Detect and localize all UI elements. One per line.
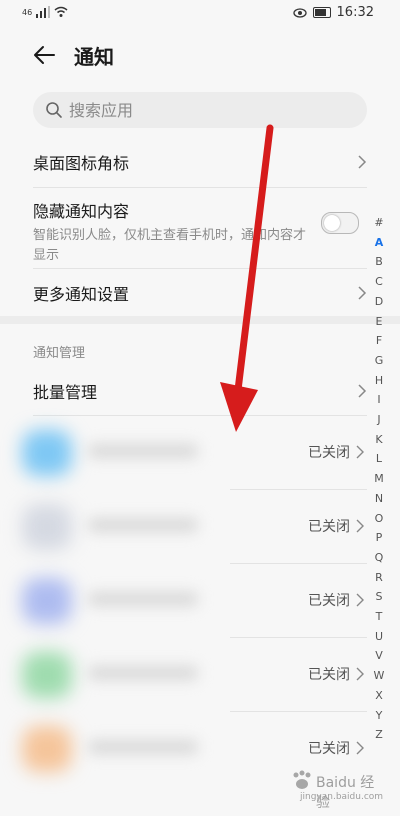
divider <box>33 268 367 269</box>
baidu-watermark-logo: Baidu 经验 jingyan.baidu.com <box>286 770 386 811</box>
app-status: 已关闭 <box>308 519 350 535</box>
chevron-right-icon <box>356 741 364 755</box>
alphabet-index-letter[interactable]: M <box>369 469 389 489</box>
status-left: 46 <box>22 6 68 18</box>
alphabet-index-letter[interactable]: V <box>369 646 389 666</box>
alphabet-index-letter[interactable]: I <box>369 390 389 410</box>
alphabet-index-letter[interactable]: G <box>369 351 389 371</box>
status-bar: 46 16:32 <box>0 0 400 26</box>
alphabet-index-letter[interactable]: H <box>369 371 389 391</box>
alphabet-index-letter[interactable]: L <box>369 449 389 469</box>
chevron-right-icon <box>356 445 364 459</box>
hide-content-label: 隐藏通知内容 <box>33 202 130 221</box>
hide-content-toggle[interactable] <box>321 212 359 234</box>
alphabet-index-letter[interactable]: # <box>369 213 389 233</box>
more-settings-row[interactable]: 更多通知设置 <box>33 281 367 311</box>
back-button[interactable] <box>30 40 60 70</box>
signal-icon <box>36 6 51 18</box>
app-row[interactable]: 已关闭 <box>0 640 372 710</box>
alphabet-index-letter[interactable]: F <box>369 331 389 351</box>
chevron-right-icon <box>358 155 367 169</box>
chevron-right-icon <box>358 384 367 398</box>
app-name-blurred <box>88 444 198 458</box>
app-icon <box>22 430 72 476</box>
watermark-url: jingyan.baidu.com <box>300 792 384 802</box>
alphabet-index-letter[interactable]: Q <box>369 548 389 568</box>
app-icon <box>22 726 72 772</box>
app-row[interactable]: 已关闭 <box>0 492 372 562</box>
divider <box>230 711 367 712</box>
app-icon <box>22 504 72 550</box>
batch-manage-row[interactable]: 批量管理 <box>33 379 367 409</box>
search-icon <box>46 102 62 118</box>
app-row[interactable]: 已关闭 <box>0 566 372 636</box>
alphabet-index-letter[interactable]: Z <box>369 725 389 745</box>
app-name-blurred <box>88 740 198 754</box>
alphabet-index-letter[interactable]: W <box>369 666 389 686</box>
alphabet-index-letter[interactable]: P <box>369 528 389 548</box>
status-time: 16:32 <box>336 5 374 20</box>
toggle-knob <box>324 215 340 231</box>
eye-comfort-icon <box>292 7 307 18</box>
app-status: 已关闭 <box>308 445 350 461</box>
divider <box>230 563 367 564</box>
battery-icon <box>312 7 331 18</box>
badge-setting-row[interactable]: 桌面图标角标 <box>33 150 367 180</box>
chevron-right-icon <box>356 519 364 533</box>
alphabet-index-letter[interactable]: R <box>369 568 389 588</box>
app-name-blurred <box>88 518 198 532</box>
app-status: 已关闭 <box>308 741 350 757</box>
page-title: 通知 <box>74 45 114 69</box>
app-row[interactable]: 已关闭 <box>0 418 372 488</box>
batch-manage-label: 批量管理 <box>33 383 98 402</box>
alphabet-index-letter[interactable]: J <box>369 410 389 430</box>
alphabet-index-letter[interactable]: K <box>369 430 389 450</box>
chevron-right-icon <box>356 667 364 681</box>
hide-content-description: 智能识别人脸，仅机主查看手机时，通知内容才显示 <box>33 228 307 263</box>
chevron-right-icon <box>356 593 364 607</box>
app-icon <box>22 578 72 624</box>
alphabet-index-letter[interactable]: E <box>369 312 389 332</box>
alphabet-index-letter[interactable]: T <box>369 607 389 627</box>
more-settings-label: 更多通知设置 <box>33 285 130 304</box>
alphabet-index-letter[interactable]: D <box>369 292 389 312</box>
section-separator <box>0 316 400 324</box>
alphabet-index[interactable]: # A B C D E F G H I J K L M N O P Q R S T U V W X Y Z <box>369 213 389 745</box>
divider <box>33 187 367 188</box>
app-status: 已关闭 <box>308 667 350 683</box>
alphabet-index-letter[interactable]: N <box>369 489 389 509</box>
alphabet-index-letter[interactable]: O <box>369 509 389 529</box>
status-right: 16:32 <box>292 5 374 20</box>
alphabet-index-letter[interactable]: A <box>369 233 389 253</box>
divider <box>230 489 367 490</box>
app-status: 已关闭 <box>308 593 350 609</box>
search-input[interactable] <box>69 92 349 128</box>
divider <box>230 637 367 638</box>
app-name-blurred <box>88 666 198 680</box>
divider <box>33 415 367 416</box>
signal-label: 46 <box>22 7 33 17</box>
app-name-blurred <box>88 592 198 606</box>
alphabet-index-letter[interactable]: S <box>369 587 389 607</box>
alphabet-index-letter[interactable]: C <box>369 272 389 292</box>
alphabet-index-letter[interactable]: Y <box>369 706 389 726</box>
alphabet-index-letter[interactable]: X <box>369 686 389 706</box>
header: 通知 <box>0 30 400 80</box>
alphabet-index-letter[interactable]: B <box>369 252 389 272</box>
chevron-right-icon <box>358 286 367 300</box>
app-icon <box>22 652 72 698</box>
wifi-icon <box>54 6 68 17</box>
hide-content-row: 隐藏通知内容 智能识别人脸，仅机主查看手机时，通知内容才显示 <box>33 198 367 263</box>
section-label: 通知管理 <box>33 346 86 361</box>
alphabet-index-letter[interactable]: U <box>369 627 389 647</box>
back-arrow-icon <box>34 46 55 64</box>
paw-logo-icon <box>293 770 311 789</box>
search-box[interactable] <box>33 92 367 128</box>
badge-setting-label: 桌面图标角标 <box>33 154 130 173</box>
